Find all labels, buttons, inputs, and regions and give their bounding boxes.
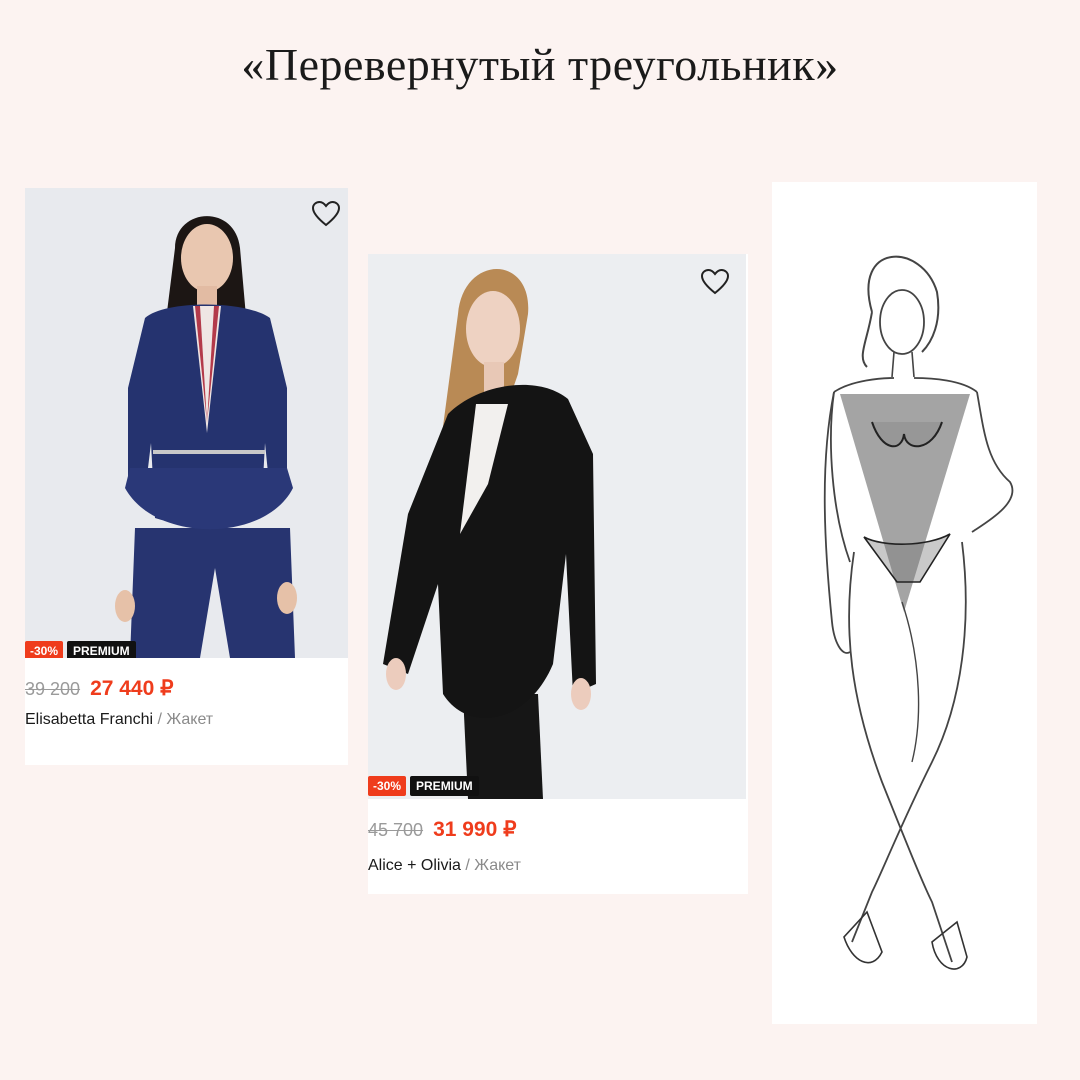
model-black-jacket-image (368, 254, 746, 799)
name-separator: / (153, 711, 167, 728)
name-separator: / (460, 857, 475, 874)
premium-badge: PREMIUM (67, 641, 136, 658)
heart-icon[interactable] (311, 200, 341, 228)
product-card-2[interactable]: -30% PREMIUM 45 700 31 990 ₽ Alice + Oli… (368, 254, 748, 894)
page-title: «Перевернутый треугольник» (241, 39, 839, 90)
product-photo-1[interactable]: -30% PREMIUM (25, 188, 348, 658)
brand-name: Alice + Olivia (368, 857, 461, 874)
category-name: Жакет (474, 857, 521, 874)
new-price: 27 440 ₽ (90, 677, 174, 700)
product-photo-2[interactable]: -30% PREMIUM (368, 254, 746, 799)
product-card-1[interactable]: -30% PREMIUM 39 200 27 440 ₽ Elisabetta … (25, 188, 348, 765)
brand-name: Elisabetta Franchi (25, 711, 154, 728)
price-row: 45 700 31 990 ₽ (368, 817, 517, 842)
body-shape-sketch (772, 182, 1037, 1024)
inverted-triangle-figure-image (823, 255, 1014, 970)
category-name: Жакет (166, 711, 214, 728)
heart-icon[interactable] (700, 268, 730, 296)
price-row: 39 200 27 440 ₽ (25, 676, 174, 701)
discount-badge: -30% (25, 641, 64, 658)
old-price: 39 200 (25, 679, 81, 699)
model-blue-jacket-image (25, 188, 348, 658)
old-price: 45 700 (368, 820, 424, 840)
product-name[interactable]: Alice + Olivia / Жакет (368, 857, 521, 875)
discount-badge: -30% (368, 776, 407, 796)
badges: -30% PREMIUM (368, 776, 479, 796)
product-name[interactable]: Elisabetta Franchi / Жакет (25, 711, 213, 729)
new-price: 31 990 ₽ (433, 818, 517, 841)
badges: -30% PREMIUM (25, 641, 136, 658)
premium-badge: PREMIUM (410, 776, 479, 796)
